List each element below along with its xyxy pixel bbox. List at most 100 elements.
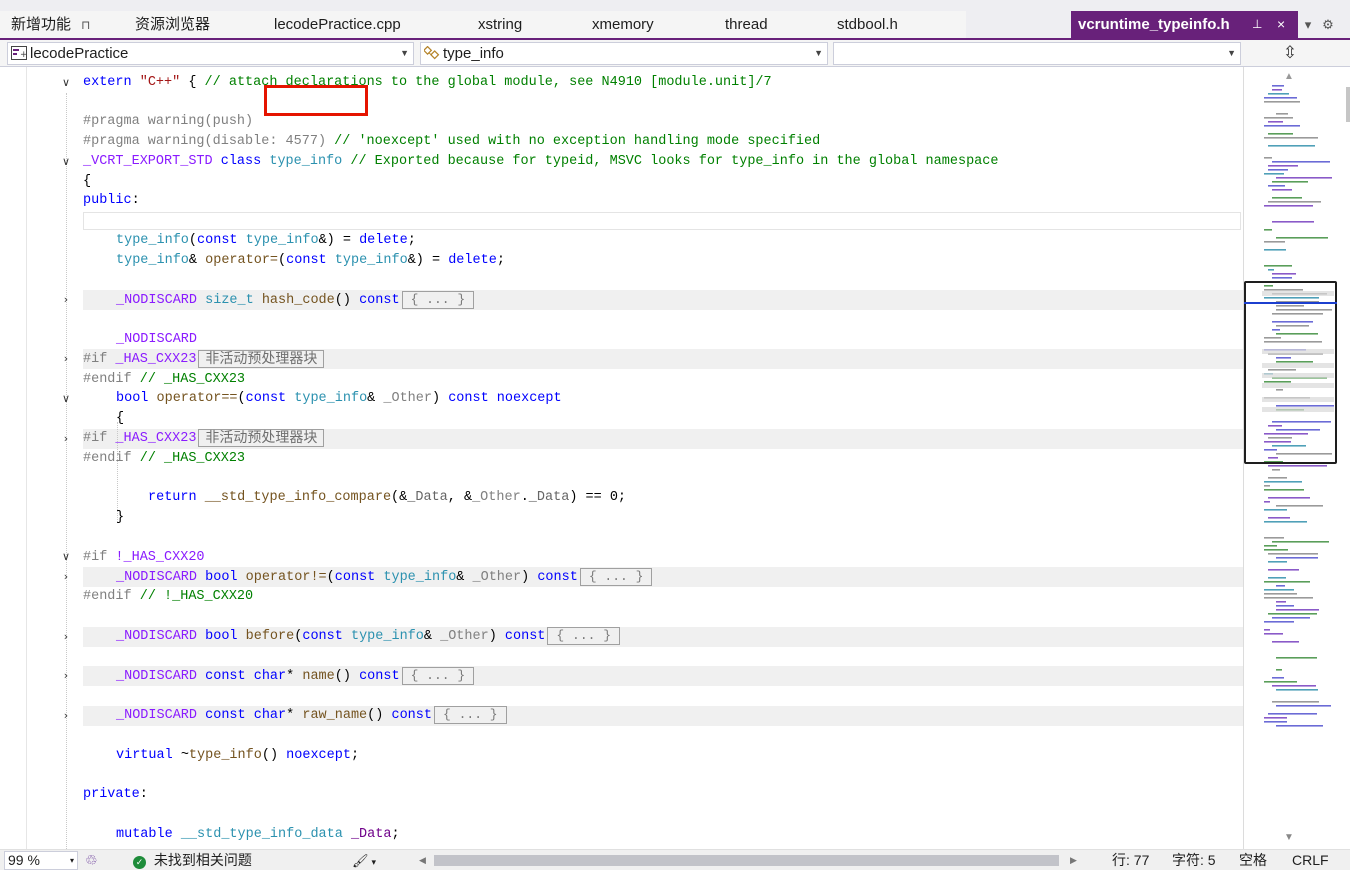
punct: ): [431, 391, 449, 406]
chevron-down-icon[interactable]: ▼: [1227, 43, 1236, 64]
punct: (): [334, 293, 360, 308]
expand-toggle-icon[interactable]: ›: [59, 432, 73, 446]
comment: // _HAS_CXX23: [139, 451, 246, 466]
zoom-value: 99 %: [8, 852, 40, 868]
class-name: type_info: [342, 629, 424, 644]
minimap-code-line: [1272, 221, 1314, 223]
tab-overflow-dropdown-icon[interactable]: ▾: [1299, 11, 1317, 38]
brace: {: [83, 174, 92, 189]
minimap-code-line: [1268, 477, 1287, 479]
class-name[interactable]: type_info: [269, 154, 342, 169]
pin-icon[interactable]: ⊥: [1252, 11, 1262, 38]
code-line: #endif // _HAS_CXX23: [83, 370, 245, 389]
expand-toggle-icon[interactable]: ›: [59, 709, 73, 723]
expand-toggle-icon[interactable]: ›: [59, 293, 73, 307]
tab-xstring[interactable]: xstring: [478, 11, 522, 38]
preprocessor: #endif: [83, 372, 140, 387]
minimap-code-line: [1268, 497, 1310, 499]
column-indicator[interactable]: 字符: 5: [1172, 850, 1216, 870]
class-icon: [424, 46, 440, 60]
expand-toggle-icon[interactable]: ›: [59, 669, 73, 683]
minimap-code-line: [1264, 137, 1318, 139]
tab-lecodepractice-cpp[interactable]: lecodePractice.cpp: [274, 11, 401, 38]
close-icon[interactable]: ×: [1277, 11, 1285, 38]
minimap-code-line: [1264, 101, 1300, 103]
tab-label: vcruntime_typeinfo.h: [1078, 16, 1230, 33]
minimap-viewport[interactable]: [1244, 281, 1337, 464]
code-editor[interactable]: ∨ ∨ › › ∨ › ∨ › › › › extern "C++" { // …: [0, 67, 1243, 849]
minimap-code-line: [1272, 89, 1282, 91]
expand-toggle-icon[interactable]: ›: [59, 352, 73, 366]
tab-thread[interactable]: thread: [725, 11, 768, 38]
line-ending-indicator[interactable]: CRLF: [1292, 850, 1329, 870]
punct: :: [139, 787, 148, 802]
collapsed-block[interactable]: { ... }: [401, 291, 475, 309]
fold-toggle-icon[interactable]: ∨: [59, 155, 73, 169]
preprocessor: #endif: [83, 589, 140, 604]
collapsed-block[interactable]: { ... }: [547, 627, 621, 645]
collapsed-block[interactable]: { ... }: [579, 568, 653, 586]
gear-icon[interactable]: ⚙: [1319, 11, 1337, 38]
minimap-code-line: [1272, 189, 1292, 191]
fold-toggle-icon[interactable]: ∨: [59, 392, 73, 406]
minimap-code-line: [1276, 505, 1323, 507]
project-dropdown[interactable]: + lecodePractice ▼: [7, 42, 414, 65]
minimap-scrollbar[interactable]: ▲ ▼: [1243, 67, 1350, 849]
macro: _NODISCARD: [116, 708, 198, 723]
code-health-icon[interactable]: ♲: [85, 850, 98, 870]
scroll-down-icon[interactable]: ▼: [1284, 832, 1294, 843]
keyword: class: [212, 154, 270, 169]
punct: , &: [447, 490, 473, 505]
scroll-left-icon[interactable]: ◀: [419, 850, 426, 870]
chevron-down-icon[interactable]: ▼: [814, 43, 823, 64]
keyword: const: [286, 253, 327, 268]
issues-indicator[interactable]: ✓ 未找到相关问题: [133, 850, 252, 870]
parameter: _Other: [472, 490, 521, 505]
function-name: __std_type_info_compare: [196, 490, 392, 505]
collapsed-block[interactable]: { ... }: [401, 667, 475, 685]
keyword: noexcept: [488, 391, 562, 406]
macro: !_HAS_CXX20: [115, 550, 205, 565]
scope-dropdown[interactable]: type_info ▼: [420, 42, 828, 65]
minimap-code-line: [1276, 705, 1331, 707]
chevron-down-icon[interactable]: ▼: [400, 43, 409, 64]
tab-label: xmemory: [592, 16, 654, 33]
tab-xmemory[interactable]: xmemory: [592, 11, 654, 38]
minimap-code-line: [1268, 133, 1293, 135]
function-name: before: [237, 629, 295, 644]
inactive-block[interactable]: 非活动预处理器块: [198, 429, 325, 447]
scroll-right-icon[interactable]: ▶: [1070, 850, 1077, 870]
tab-stdbool-h[interactable]: stdbool.h: [837, 11, 898, 38]
keyword: return: [148, 490, 197, 505]
horizontal-scrollbar-thumb[interactable]: [434, 855, 1059, 866]
preprocessor: #endif: [83, 451, 140, 466]
split-window-icon[interactable]: ⇳: [1276, 44, 1304, 64]
minimap-code-line: [1264, 537, 1284, 539]
minimap-code-line: [1268, 577, 1286, 579]
indent-mode-indicator[interactable]: 空格: [1239, 850, 1267, 870]
minimap-code-line: [1272, 677, 1284, 679]
tab-whats-new[interactable]: 新增功能 ⊓: [11, 11, 90, 38]
punct: ;: [391, 827, 400, 842]
minimap-code-line: [1264, 501, 1270, 503]
code-line: mutable __std_type_info_data _Data;: [116, 825, 400, 844]
type-name: __std_type_info_data: [172, 827, 343, 842]
tab-vcruntime-typeinfo-h[interactable]: vcruntime_typeinfo.h ⊥ ×: [1071, 11, 1298, 38]
code-line: #if _HAS_CXX23 非活动预处理器块: [83, 350, 325, 369]
punct: ;: [496, 253, 505, 268]
member-dropdown[interactable]: ▼: [833, 42, 1241, 65]
expand-toggle-icon[interactable]: ›: [59, 630, 73, 644]
collapsed-block[interactable]: { ... }: [433, 706, 507, 724]
fold-toggle-icon[interactable]: ∨: [59, 76, 73, 90]
line-indicator[interactable]: 行: 77: [1112, 850, 1149, 870]
pin-icon[interactable]: ⊓: [81, 18, 90, 32]
code-line: type_info(const type_info&) = delete;: [116, 231, 416, 250]
macro: _NODISCARD: [116, 570, 198, 585]
inactive-block[interactable]: 非活动预处理器块: [198, 350, 325, 368]
zoom-level-dropdown[interactable]: 99 % ▾: [4, 851, 78, 870]
expand-toggle-icon[interactable]: ›: [59, 570, 73, 584]
punct: (): [334, 669, 360, 684]
code-cleanup-button[interactable]: 🖌 ▾: [352, 850, 376, 870]
tab-solution-explorer[interactable]: 资源浏览器: [135, 11, 210, 38]
fold-toggle-icon[interactable]: ∨: [59, 550, 73, 564]
